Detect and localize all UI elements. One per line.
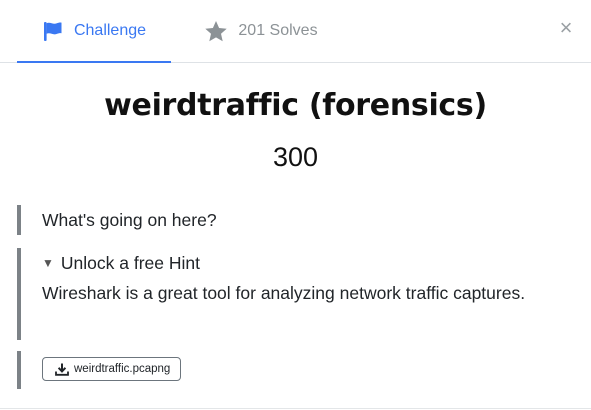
triangle-down-icon: ▼ (42, 256, 54, 270)
file-name: weirdtraffic.pcapng (74, 363, 171, 375)
files-section: weirdtraffic.pcapng (17, 351, 317, 389)
hint-toggle[interactable]: ▼ Unlock a free Hint (42, 248, 557, 278)
hint-section: ▼ Unlock a free Hint Wireshark is a grea… (17, 248, 557, 340)
close-button[interactable]: × (557, 15, 575, 40)
close-icon: × (559, 15, 573, 40)
modal-divider (0, 408, 591, 409)
tab-challenge-label: Challenge (73, 21, 147, 39)
challenge-description: What's going on here? (17, 205, 557, 235)
hint-text: Wireshark is a great tool for analyzing … (42, 283, 526, 303)
download-file-button[interactable]: weirdtraffic.pcapng (42, 357, 182, 381)
download-icon (55, 363, 69, 376)
flag-icon (42, 20, 64, 42)
tab-solves[interactable]: 201 Solves (186, 0, 336, 62)
challenge-points: 300 (272, 142, 319, 172)
tab-bar: Challenge 201 Solves × (0, 0, 591, 63)
star-icon (204, 20, 228, 43)
description-text: What's going on here? (42, 210, 217, 230)
tab-challenge[interactable]: Challenge (17, 0, 171, 63)
hint-toggle-label: Unlock a free Hint (60, 253, 200, 273)
tab-solves-label: 201 Solves (238, 22, 318, 39)
challenge-modal: Challenge 201 Solves × weirdtraffic (for… (0, 0, 591, 410)
challenge-title: weirdtraffic (forensics) (104, 88, 487, 123)
